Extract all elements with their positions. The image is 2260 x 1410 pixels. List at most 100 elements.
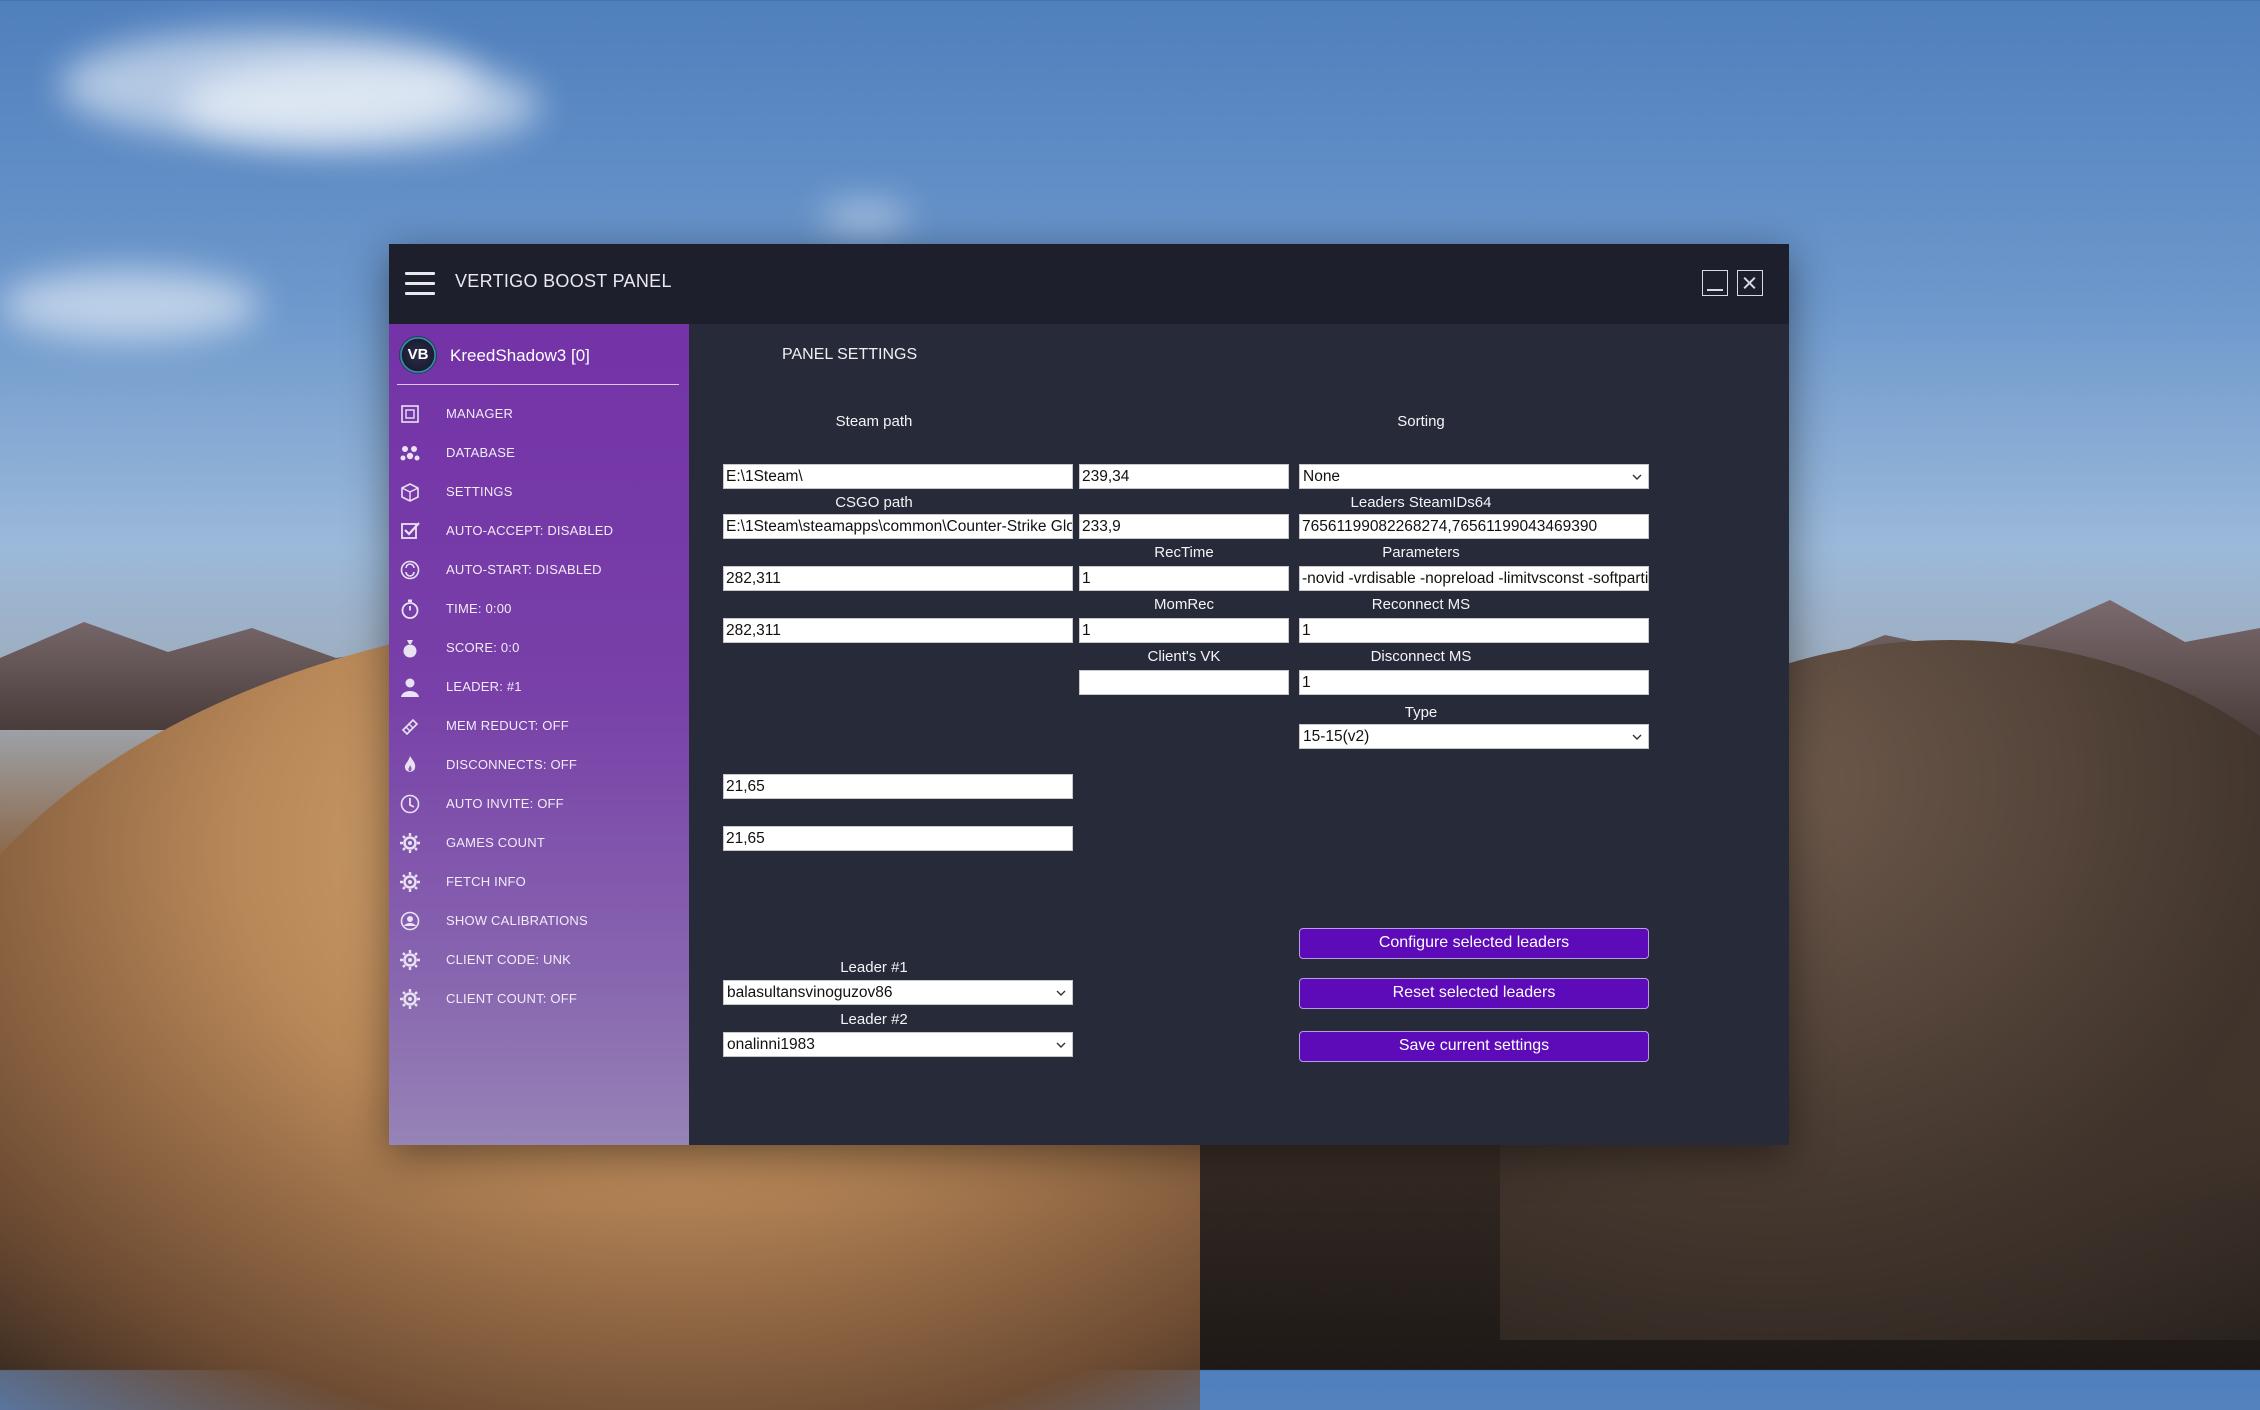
label-leader1: Leader #1 [840, 959, 908, 976]
sidebar-item-manager[interactable]: MANAGER [389, 394, 689, 433]
sidebar-item-label: FETCH INFO [446, 874, 526, 889]
sidebar-item-label: LEADER: #1 [446, 679, 522, 694]
label-steam-path: Steam path [835, 413, 913, 430]
sidebar-nav: MANAGER DATABASE SETTINGS AUTO-ACCEPT: DISA… [389, 394, 689, 1018]
csgo-path-input[interactable]: E:\1Steam\steamapps\common\Counter-Strik… [723, 514, 1073, 539]
rectime-input[interactable]: 1 [1079, 566, 1289, 591]
sidebar-item-time-0-00[interactable]: TIME: 0:00 [389, 589, 689, 628]
sidebar-item-fetch-info[interactable]: FETCH INFO [389, 862, 689, 901]
refresh-icon [400, 560, 420, 580]
disconnect-ms-input[interactable]: 1 [1299, 670, 1649, 695]
save-settings-button[interactable]: Save current settings [1299, 1031, 1649, 1062]
size1-input[interactable]: 282,311 [723, 566, 1073, 591]
value-a-input[interactable]: 21,65 [723, 774, 1073, 799]
leader1-value: balasultansvinoguzov86 [727, 984, 893, 1001]
sidebar-item-disconnects-off[interactable]: DISCONNECTS: OFF [389, 745, 689, 784]
chevron-down-icon [1632, 474, 1642, 480]
avatar: VB [399, 336, 437, 374]
sidebar-item-auto-start-disabled[interactable]: AUTO-START: DISABLED [389, 550, 689, 589]
sidebar-item-label: AUTO-START: DISABLED [446, 562, 602, 577]
coord2-input[interactable]: 233,9 [1079, 514, 1289, 539]
leader2-value: onalinni1983 [727, 1036, 815, 1053]
money-bag-icon [403, 640, 417, 658]
hamburger-menu-icon[interactable] [405, 272, 435, 296]
user-profile: VB KreedShadow3 [0] [397, 336, 679, 385]
value-b-input[interactable]: 21,65 [723, 826, 1073, 851]
clients-vk-input[interactable] [1079, 670, 1289, 695]
invite-icon [400, 794, 420, 814]
username: KreedShadow3 [0] [450, 346, 590, 365]
settings-box-icon [401, 483, 419, 502]
leaders-steamids-input[interactable]: 76561199082268274,76561199043469390 [1299, 514, 1649, 539]
sidebar-item-label: SHOW CALIBRATIONS [446, 913, 588, 928]
sidebar-item-settings[interactable]: SETTINGS [389, 472, 689, 511]
manager-icon [401, 405, 419, 423]
gear-icon [400, 833, 420, 853]
reconnect-ms-input[interactable]: 1 [1299, 618, 1649, 643]
sidebar-item-label: GAMES COUNT [446, 835, 545, 850]
app-title: VERTIGO BOOST PANEL [455, 271, 672, 291]
main-panel: PANEL SETTINGS Steam path Sorting E:\1St… [689, 324, 1789, 1145]
database-icon [400, 446, 420, 461]
label-leader2: Leader #2 [840, 1011, 908, 1028]
label-clients-vk: Client's VK [1147, 648, 1221, 665]
parameters-input[interactable]: -novid -vrdisable -nopreload -limitvscon… [1299, 566, 1649, 591]
label-rectime: RecTime [1154, 544, 1214, 561]
page-title: PANEL SETTINGS [782, 346, 918, 363]
close-button[interactable] [1737, 270, 1763, 296]
label-type: Type [1404, 704, 1438, 721]
person-icon [401, 678, 419, 697]
sidebar-item-label: SCORE: 0:0 [446, 640, 520, 655]
steam-path-input[interactable]: E:\1Steam\ [723, 464, 1073, 489]
gear-icon [400, 872, 420, 892]
sidebar-item-games-count[interactable]: GAMES COUNT [389, 823, 689, 862]
gear-icon [400, 989, 420, 1009]
title-bar: VERTIGO BOOST PANEL [389, 244, 1789, 324]
sidebar: VB KreedShadow3 [0] MANAGER DATABASE SETTI… [389, 324, 689, 1145]
type-value: 15-15(v2) [1303, 728, 1370, 745]
label-leaders-steamids: Leaders SteamIDs64 [1350, 494, 1492, 511]
stopwatch-icon [401, 599, 419, 619]
leader1-select[interactable]: balasultansvinoguzov86 [723, 980, 1073, 1005]
momrec-input[interactable]: 1 [1079, 618, 1289, 643]
sorting-value: None [1303, 468, 1341, 485]
label-parameters: Parameters [1382, 544, 1460, 561]
sidebar-item-mem-reduct-off[interactable]: MEM REDUCT: OFF [389, 706, 689, 745]
checkbox-icon [401, 522, 420, 539]
sidebar-item-auto-accept-disabled[interactable]: AUTO-ACCEPT: DISABLED [389, 511, 689, 550]
app-window: VERTIGO BOOST PANEL VB KreedShadow3 [0] … [389, 244, 1789, 1145]
sidebar-item-label: AUTO INVITE: OFF [446, 796, 564, 811]
flame-icon [404, 756, 416, 772]
sorting-select[interactable]: None [1299, 464, 1649, 489]
sidebar-item-score-0-0[interactable]: SCORE: 0:0 [389, 628, 689, 667]
configure-leaders-button[interactable]: Configure selected leaders [1299, 928, 1649, 959]
sidebar-item-leader-1[interactable]: LEADER: #1 [389, 667, 689, 706]
leader2-select[interactable]: onalinni1983 [723, 1032, 1073, 1057]
sidebar-item-label: CLIENT CODE: UNK [446, 952, 572, 967]
sidebar-item-label: DISCONNECTS: OFF [446, 757, 578, 772]
sidebar-item-label: AUTO-ACCEPT: DISABLED [446, 523, 614, 538]
sidebar-item-label: TIME: 0:00 [446, 601, 512, 616]
gear-icon [400, 950, 420, 970]
label-csgo-path: CSGO path [835, 494, 913, 511]
sidebar-item-label: MEM REDUCT: OFF [446, 718, 569, 733]
type-select[interactable]: 15-15(v2) [1299, 724, 1649, 749]
label-momrec: MomRec [1153, 596, 1214, 613]
reset-leaders-button[interactable]: Reset selected leaders [1299, 978, 1649, 1009]
calibration-icon [400, 911, 420, 931]
sidebar-item-database[interactable]: DATABASE [389, 433, 689, 472]
memory-icon [401, 718, 419, 736]
coord1-input[interactable]: 239,34 [1079, 464, 1289, 489]
sidebar-item-client-code-unk[interactable]: CLIENT CODE: UNK [389, 940, 689, 979]
label-sorting: Sorting [1397, 413, 1445, 430]
sidebar-item-label: SETTINGS [446, 484, 513, 499]
chevron-down-icon [1056, 1042, 1066, 1048]
sidebar-item-label: DATABASE [446, 445, 516, 460]
sidebar-item-show-calibrations[interactable]: SHOW CALIBRATIONS [389, 901, 689, 940]
minimize-button[interactable] [1702, 270, 1728, 296]
sidebar-item-auto-invite-off[interactable]: AUTO INVITE: OFF [389, 784, 689, 823]
label-reconnect-ms: Reconnect MS [1371, 596, 1471, 613]
size2-input[interactable]: 282,311 [723, 618, 1073, 643]
label-disconnect-ms: Disconnect MS [1370, 648, 1472, 665]
sidebar-item-client-count-off[interactable]: CLIENT COUNT: OFF [389, 979, 689, 1018]
